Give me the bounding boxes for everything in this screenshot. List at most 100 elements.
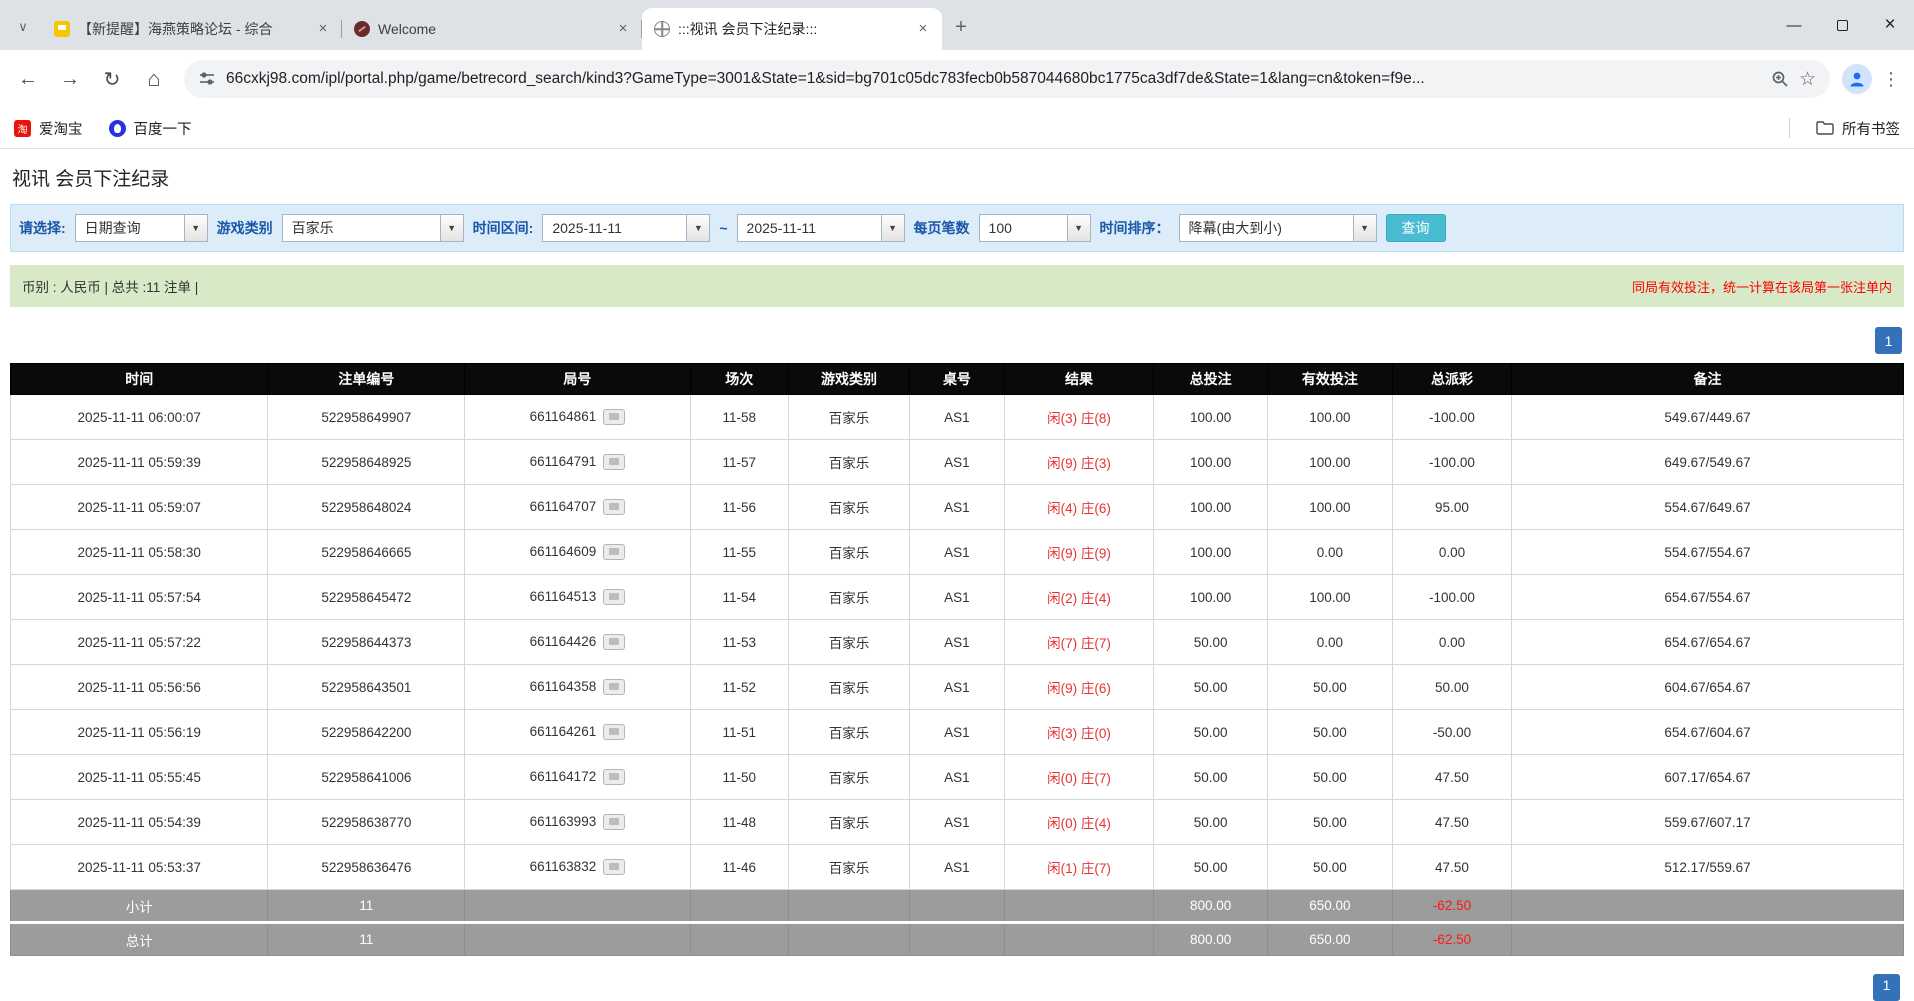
cell-total-bet[interactable]: 100.00 <box>1153 439 1268 485</box>
tab-welcome[interactable]: Welcome × <box>342 8 642 50</box>
cell-payout: 50.00 <box>1391 664 1513 710</box>
home-button[interactable]: ⌂ <box>136 61 172 97</box>
date-from-select[interactable]: 2025-11-11 ▼ <box>542 214 711 242</box>
date-from-value: 2025-11-11 <box>552 220 622 236</box>
chevron-down-icon[interactable]: ▼ <box>686 215 710 241</box>
result-player: 闲(1) <box>1047 861 1078 876</box>
replay-icon[interactable] <box>603 679 626 696</box>
cell-table-id: AS1 <box>909 439 1005 485</box>
cell-total-bet[interactable]: 100.00 <box>1153 574 1268 620</box>
table-row: 2025-11-11 05:57:54 522958645472 661164513… <box>9 574 1904 620</box>
cell-bet-id: 522958649907 <box>267 394 466 440</box>
baidu-icon <box>108 119 126 137</box>
chevron-down-icon[interactable]: ▼ <box>880 215 904 241</box>
per-page-value: 100 <box>988 220 1012 236</box>
replay-icon[interactable] <box>603 409 626 426</box>
tab-forum[interactable]: 【新提醒】海燕策略论坛 - 综合 × <box>42 8 342 50</box>
time-range-label: 时间区间: <box>472 220 534 236</box>
url-text[interactable]: 66cxkj98.com/ipl/portal.php/game/betreco… <box>226 70 1761 88</box>
cell-total-bet[interactable]: 50.00 <box>1153 664 1268 710</box>
window-controls: — × <box>1770 0 1914 50</box>
tab-search-icon[interactable]: ∨ <box>8 12 38 42</box>
cell-bet-id: 522958642200 <box>267 709 466 755</box>
cell-round-id: 661164791 <box>464 439 691 485</box>
cell-result: 闲(4) 庄(6) <box>1003 484 1155 530</box>
profile-avatar[interactable] <box>1842 64 1872 94</box>
tab-close-icon[interactable]: × <box>614 20 632 38</box>
zoom-icon[interactable] <box>1771 70 1789 88</box>
query-mode-select[interactable]: 日期查询 ▼ <box>74 214 208 242</box>
forward-button[interactable]: → <box>52 61 88 97</box>
back-button[interactable]: ← <box>10 61 46 97</box>
cell-bet-id: 522958636476 <box>267 844 466 890</box>
cell-total-bet[interactable]: 50.00 <box>1153 754 1268 800</box>
chevron-down-icon[interactable]: ▼ <box>1352 215 1376 241</box>
cell-game-type: 百家乐 <box>787 574 911 620</box>
per-page-label: 每页笔数 <box>913 220 970 236</box>
page-number-button-bottom[interactable]: 1 <box>1873 974 1900 1001</box>
address-bar[interactable]: 66cxkj98.com/ipl/portal.php/game/betreco… <box>184 60 1830 98</box>
taobao-icon: 淘 <box>14 119 31 137</box>
cell-note: 604.67/654.67 <box>1511 664 1904 710</box>
replay-icon[interactable] <box>603 859 626 876</box>
table-row: 2025-11-11 05:58:30 522958646665 661164609… <box>9 529 1904 575</box>
query-mode-value: 日期查询 <box>84 220 141 236</box>
cell-round-id: 661164172 <box>464 754 691 800</box>
date-to-select[interactable]: 2025-11-11 ▼ <box>736 214 905 242</box>
cell-table-id: AS1 <box>909 664 1005 710</box>
replay-icon[interactable] <box>603 634 626 651</box>
cell-total-bet[interactable]: 100.00 <box>1153 529 1268 575</box>
sort-select[interactable]: 降幕(由大到小) ▼ <box>1178 214 1377 242</box>
game-type-select[interactable]: 百家乐 ▼ <box>281 214 464 242</box>
cell-session: 11-48 <box>689 799 789 845</box>
maximize-button[interactable] <box>1818 0 1866 50</box>
cell-total-bet[interactable]: 50.00 <box>1153 709 1268 755</box>
chevron-down-icon[interactable]: ▼ <box>1066 215 1090 241</box>
close-button[interactable]: × <box>1866 0 1914 50</box>
chevron-down-icon[interactable]: ▼ <box>183 215 207 241</box>
globe-favicon-icon <box>654 21 670 37</box>
replay-icon[interactable] <box>603 499 626 516</box>
column-header: 游戏类别 <box>787 363 911 395</box>
cell-note: 554.67/554.67 <box>1511 529 1904 575</box>
cell-result: 闲(0) 庄(4) <box>1003 799 1155 845</box>
cell-total-bet[interactable]: 100.00 <box>1153 394 1268 440</box>
reload-button[interactable]: ↻ <box>94 61 130 97</box>
forum-favicon-icon <box>54 21 70 37</box>
search-button[interactable]: 查询 <box>1385 214 1446 242</box>
minimize-button[interactable]: — <box>1770 0 1818 50</box>
replay-icon[interactable] <box>603 544 626 561</box>
cell-total-bet[interactable]: 50.00 <box>1153 619 1268 665</box>
bookmark-star-icon[interactable]: ☆ <box>1799 68 1816 91</box>
bookmark-taobao[interactable]: 淘 爱淘宝 <box>14 118 83 139</box>
tab-bet-record[interactable]: :::视讯 会员下注纪录::: × <box>642 8 942 50</box>
cell-bet-id: 522958646665 <box>267 529 466 575</box>
replay-icon[interactable] <box>603 589 626 606</box>
tab-close-icon[interactable]: × <box>314 20 332 38</box>
replay-icon[interactable] <box>603 769 626 786</box>
page-number-button[interactable]: 1 <box>1875 327 1902 354</box>
browser-menu-icon[interactable]: ⋮ <box>1878 61 1904 97</box>
round-number: 661164358 <box>529 678 597 694</box>
replay-icon[interactable] <box>603 814 626 831</box>
cell-total-bet[interactable]: 50.00 <box>1153 844 1268 890</box>
footer-empty-cell <box>464 921 691 956</box>
tab-close-icon[interactable]: × <box>914 20 932 38</box>
site-info-icon[interactable] <box>198 70 216 88</box>
all-bookmarks-button[interactable]: 所有书签 <box>1816 118 1900 139</box>
new-tab-button[interactable]: + <box>946 12 976 42</box>
replay-icon[interactable] <box>603 724 626 741</box>
chevron-down-icon[interactable]: ▼ <box>439 215 463 241</box>
bookmarks-divider <box>1789 118 1790 138</box>
cell-total-bet[interactable]: 50.00 <box>1153 799 1268 845</box>
cell-game-type: 百家乐 <box>787 394 911 440</box>
cell-valid-bet: 0.00 <box>1266 529 1393 575</box>
replay-icon[interactable] <box>603 454 626 471</box>
bookmark-baidu[interactable]: 百度一下 <box>108 118 192 139</box>
cell-note: 559.67/607.17 <box>1511 799 1904 845</box>
per-page-select[interactable]: 100 ▼ <box>978 214 1091 242</box>
cell-total-bet[interactable]: 100.00 <box>1153 484 1268 530</box>
cell-payout: 47.50 <box>1391 844 1513 890</box>
subtotal-row: 小计 11 800.00 650.00 -62.50 <box>9 889 1904 923</box>
cell-session: 11-51 <box>689 709 789 755</box>
